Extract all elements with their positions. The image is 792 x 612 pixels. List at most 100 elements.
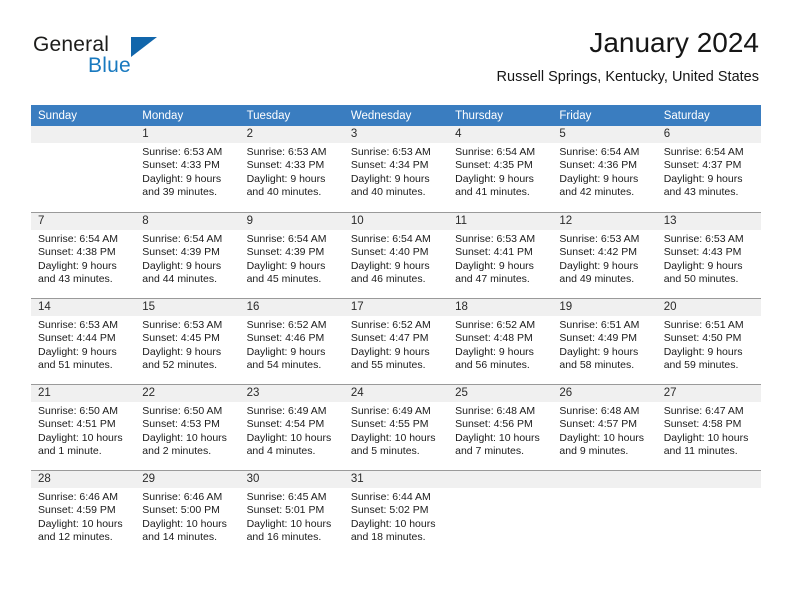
day-cell[interactable]: 30 Sunrise: 6:45 AM Sunset: 5:01 PM Dayligh… [239, 470, 344, 556]
daylight-text-line1: Daylight: 10 hours [455, 431, 540, 444]
daylight-text-line2: and 43 minutes. [38, 272, 113, 285]
daylight-text-line1: Daylight: 10 hours [350, 517, 436, 530]
weekday-header-wednesday: Wednesday [343, 105, 449, 126]
day-cell[interactable]: 12 Sunrise: 6:53 AM Sunset: 4:42 PM Dayligh… [552, 212, 657, 298]
sunset-text: Sunset: 4:54 PM [246, 418, 325, 431]
day-cell[interactable]: 18 Sunrise: 6:52 AM Sunset: 4:48 PM Dayligh… [448, 298, 553, 384]
sunrise-text: Sunrise: 6:54 AM [455, 146, 536, 158]
day-number [448, 471, 553, 488]
day-cell[interactable]: 29 Sunrise: 6:46 AM Sunset: 5:00 PM Dayligh… [135, 470, 240, 556]
sunset-text: Sunset: 4:59 PM [38, 504, 116, 517]
weekday-header-tuesday: Tuesday [239, 105, 344, 126]
daylight-text-line1: Daylight: 9 hours [350, 259, 430, 272]
sunrise-text: Sunrise: 6:53 AM [142, 146, 223, 158]
daylight-text-line2: and 40 minutes. [246, 185, 322, 198]
day-cell[interactable] [31, 126, 136, 212]
logo-triangle-icon [131, 37, 157, 57]
daylight-text-line1: Daylight: 9 hours [246, 345, 326, 358]
daylight-text-line2: and 18 minutes. [350, 530, 426, 543]
daylight-text-line2: and 58 minutes. [559, 358, 635, 371]
day-cell[interactable]: 9 Sunrise: 6:54 AM Sunset: 4:39 PM Daylight… [239, 212, 344, 298]
day-number: 31 [343, 471, 449, 488]
day-cell[interactable]: 24 Sunrise: 6:49 AM Sunset: 4:55 PM Dayligh… [343, 384, 449, 470]
day-number: 7 [31, 213, 136, 230]
daylight-text-line1: Daylight: 9 hours [663, 259, 743, 272]
daylight-text-line1: Daylight: 9 hours [663, 345, 743, 358]
day-cell[interactable]: 5 Sunrise: 6:54 AM Sunset: 4:36 PM Daylight… [552, 126, 657, 212]
day-info: Sunrise: 6:54 AM Sunset: 4:38 PM Daylight:… [31, 230, 135, 286]
daylight-text-line2: and 12 minutes. [38, 530, 113, 543]
day-cell[interactable]: 31 Sunrise: 6:44 AM Sunset: 5:02 PM Dayligh… [343, 470, 449, 556]
sunrise-text: Sunrise: 6:49 AM [350, 405, 431, 417]
daylight-text-line1: Daylight: 9 hours [350, 345, 430, 358]
day-cell[interactable]: 26 Sunrise: 6:48 AM Sunset: 4:57 PM Dayligh… [552, 384, 657, 470]
day-number: 3 [343, 126, 449, 143]
day-number: 19 [552, 299, 657, 316]
sunrise-text: Sunrise: 6:51 AM [663, 319, 744, 331]
sunrise-text: Sunrise: 6:47 AM [663, 405, 744, 417]
day-info: Sunrise: 6:51 AM Sunset: 4:49 PM Daylight:… [552, 316, 656, 372]
day-cell[interactable]: 15 Sunrise: 6:53 AM Sunset: 4:45 PM Dayligh… [135, 298, 240, 384]
day-number: 23 [239, 385, 344, 402]
day-info: Sunrise: 6:45 AM Sunset: 5:01 PM Daylight:… [240, 488, 344, 544]
sunrise-text: Sunrise: 6:50 AM [142, 405, 223, 417]
weekday-header-friday: Friday [552, 105, 657, 126]
sunrise-text: Sunrise: 6:46 AM [38, 491, 118, 503]
day-info: Sunrise: 6:53 AM Sunset: 4:41 PM Daylight:… [448, 230, 552, 286]
day-number: 11 [448, 213, 553, 230]
daylight-text-line2: and 40 minutes. [350, 185, 426, 198]
sunrise-text: Sunrise: 6:52 AM [455, 319, 536, 331]
day-cell[interactable]: 21 Sunrise: 6:50 AM Sunset: 4:51 PM Dayligh… [31, 384, 136, 470]
day-cell[interactable]: 8 Sunrise: 6:54 AM Sunset: 4:39 PM Daylight… [135, 212, 240, 298]
day-cell[interactable]: 22 Sunrise: 6:50 AM Sunset: 4:53 PM Dayligh… [135, 384, 240, 470]
day-number [552, 471, 657, 488]
day-cell[interactable]: 25 Sunrise: 6:48 AM Sunset: 4:56 PM Dayligh… [448, 384, 553, 470]
day-number: 10 [343, 213, 449, 230]
day-cell[interactable]: 11 Sunrise: 6:53 AM Sunset: 4:41 PM Dayligh… [448, 212, 553, 298]
day-cell[interactable] [448, 470, 553, 556]
day-cell[interactable] [656, 470, 761, 556]
daylight-text-line2: and 2 minutes. [142, 444, 212, 457]
day-cell[interactable]: 16 Sunrise: 6:52 AM Sunset: 4:46 PM Dayligh… [239, 298, 344, 384]
sunset-text: Sunset: 4:44 PM [38, 332, 116, 345]
sunset-text: Sunset: 5:02 PM [350, 504, 429, 517]
sunset-text: Sunset: 4:53 PM [142, 418, 220, 431]
daylight-text-line2: and 44 minutes. [142, 272, 217, 285]
sunset-text: Sunset: 4:36 PM [559, 159, 638, 172]
sunrise-text: Sunrise: 6:54 AM [350, 233, 431, 245]
day-cell[interactable]: 19 Sunrise: 6:51 AM Sunset: 4:49 PM Dayligh… [552, 298, 657, 384]
day-cell[interactable]: 27 Sunrise: 6:47 AM Sunset: 4:58 PM Dayligh… [656, 384, 761, 470]
day-cell[interactable]: 13 Sunrise: 6:53 AM Sunset: 4:43 PM Dayligh… [656, 212, 761, 298]
day-info: Sunrise: 6:50 AM Sunset: 4:53 PM Daylight:… [135, 402, 239, 458]
day-cell[interactable]: 3 Sunrise: 6:53 AM Sunset: 4:34 PM Daylight… [343, 126, 449, 212]
location-subtitle: Russell Springs, Kentucky, United States [496, 69, 759, 85]
day-info: Sunrise: 6:53 AM Sunset: 4:33 PM Daylight:… [135, 143, 239, 199]
calendar-header-row: Sunday Monday Tuesday Wednesday Thursday… [31, 105, 761, 126]
sunset-text: Sunset: 4:47 PM [350, 332, 429, 345]
day-cell[interactable]: 6 Sunrise: 6:54 AM Sunset: 4:37 PM Daylight… [656, 126, 761, 212]
sunrise-text: Sunrise: 6:53 AM [455, 233, 536, 245]
day-cell[interactable]: 1 Sunrise: 6:53 AM Sunset: 4:33 PM Daylight… [135, 126, 240, 212]
daylight-text-line2: and 49 minutes. [559, 272, 635, 285]
day-info: Sunrise: 6:54 AM Sunset: 4:35 PM Daylight:… [448, 143, 552, 199]
day-number: 21 [31, 385, 136, 402]
day-cell[interactable] [552, 470, 657, 556]
sunrise-text: Sunrise: 6:52 AM [246, 319, 327, 331]
day-cell[interactable]: 7 Sunrise: 6:54 AM Sunset: 4:38 PM Daylight… [31, 212, 136, 298]
day-cell[interactable]: 2 Sunrise: 6:53 AM Sunset: 4:33 PM Daylight… [239, 126, 344, 212]
day-cell[interactable]: 14 Sunrise: 6:53 AM Sunset: 4:44 PM Dayligh… [31, 298, 136, 384]
daylight-text-line2: and 42 minutes. [559, 185, 635, 198]
day-number: 20 [656, 299, 761, 316]
day-cell[interactable]: 28 Sunrise: 6:46 AM Sunset: 4:59 PM Dayligh… [31, 470, 136, 556]
day-info: Sunrise: 6:50 AM Sunset: 4:51 PM Daylight:… [31, 402, 135, 458]
daylight-text-line2: and 51 minutes. [38, 358, 113, 371]
day-cell[interactable]: 20 Sunrise: 6:51 AM Sunset: 4:50 PM Dayligh… [656, 298, 761, 384]
day-cell[interactable]: 10 Sunrise: 6:54 AM Sunset: 4:40 PM Dayligh… [343, 212, 449, 298]
sunset-text: Sunset: 4:48 PM [455, 332, 533, 345]
sunrise-text: Sunrise: 6:50 AM [38, 405, 118, 417]
day-cell[interactable]: 17 Sunrise: 6:52 AM Sunset: 4:47 PM Dayligh… [343, 298, 449, 384]
sunrise-text: Sunrise: 6:54 AM [559, 146, 640, 158]
day-cell[interactable]: 4 Sunrise: 6:54 AM Sunset: 4:35 PM Daylight… [448, 126, 553, 212]
day-cell[interactable]: 23 Sunrise: 6:49 AM Sunset: 4:54 PM Dayligh… [239, 384, 344, 470]
sunrise-text: Sunrise: 6:52 AM [350, 319, 431, 331]
